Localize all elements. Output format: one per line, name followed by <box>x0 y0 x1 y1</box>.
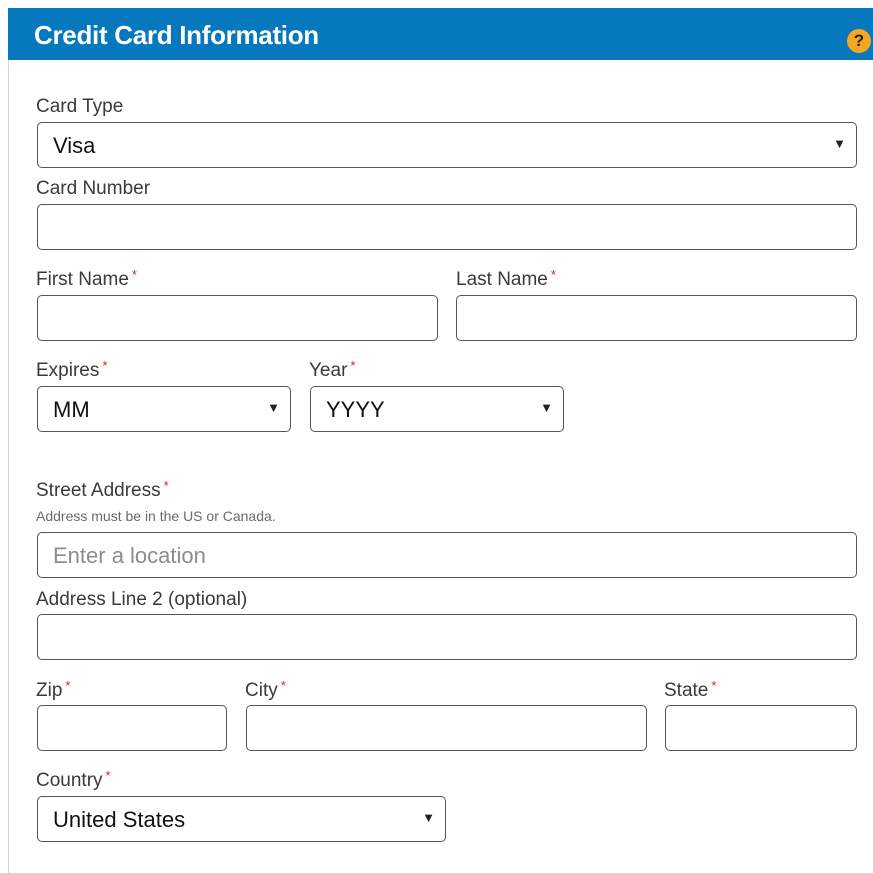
caret-down-icon: ▼ <box>422 810 435 825</box>
state-label: State * <box>664 678 717 701</box>
card-type-select[interactable]: Visa ▼ <box>37 122 857 168</box>
zip-label: Zip * <box>36 678 71 701</box>
zip-input[interactable] <box>37 705 227 751</box>
street-address-hint: Address must be in the US or Canada. <box>36 508 276 524</box>
year-label: Year * <box>309 358 356 381</box>
street-address-placeholder: Enter a location <box>53 543 206 568</box>
expires-label: Expires * <box>36 358 108 381</box>
card-type-label: Card Type <box>36 96 124 117</box>
expires-year-select[interactable]: YYYY ▼ <box>310 386 564 432</box>
first-name-label: First Name * <box>36 267 137 290</box>
card-type-value: Visa <box>53 133 96 158</box>
street-address-label: Street Address * <box>36 478 169 501</box>
expires-month-value: MM <box>53 397 90 422</box>
city-input[interactable] <box>246 705 647 751</box>
last-name-input[interactable] <box>456 295 857 341</box>
caret-down-icon: ▼ <box>833 136 846 151</box>
last-name-label: Last Name * <box>456 267 556 290</box>
expires-month-select[interactable]: MM ▼ <box>37 386 291 432</box>
city-label: City * <box>245 678 286 701</box>
first-name-input[interactable] <box>37 295 438 341</box>
help-icon[interactable]: ? <box>847 29 871 53</box>
country-value: United States <box>53 807 186 832</box>
state-input[interactable] <box>665 705 857 751</box>
address-line2-label: Address Line 2 (optional) <box>36 589 248 610</box>
country-label: Country * <box>36 768 111 791</box>
caret-down-icon: ▼ <box>540 400 553 415</box>
card-number-input[interactable] <box>37 204 857 250</box>
address-line2-input[interactable] <box>37 614 857 660</box>
caret-down-icon: ▼ <box>267 400 280 415</box>
panel-header: Credit Card Information ? <box>8 8 873 60</box>
street-address-input[interactable]: Enter a location <box>37 532 857 578</box>
panel-title: Credit Card Information <box>34 20 319 50</box>
country-select[interactable]: United States ▼ <box>37 796 446 842</box>
expires-year-value: YYYY <box>326 397 385 422</box>
card-number-label: Card Number <box>36 178 151 199</box>
